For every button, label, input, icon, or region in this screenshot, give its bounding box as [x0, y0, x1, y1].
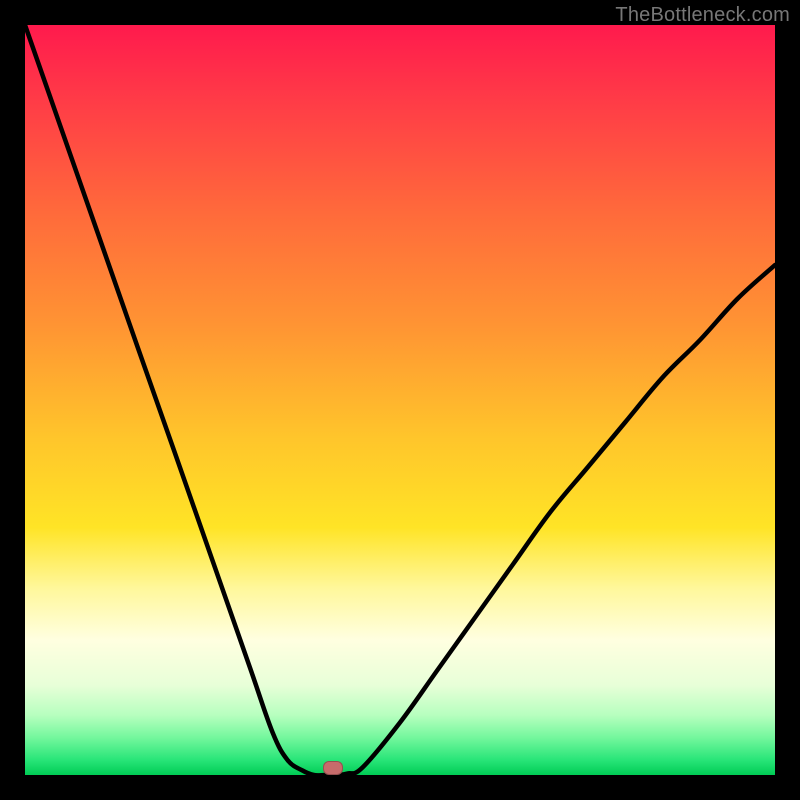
chart-frame: TheBottleneck.com	[0, 0, 800, 800]
bottleneck-marker	[323, 761, 343, 775]
watermark-text: TheBottleneck.com	[615, 4, 790, 27]
plot-area	[25, 25, 775, 775]
bottleneck-curve	[25, 25, 775, 775]
